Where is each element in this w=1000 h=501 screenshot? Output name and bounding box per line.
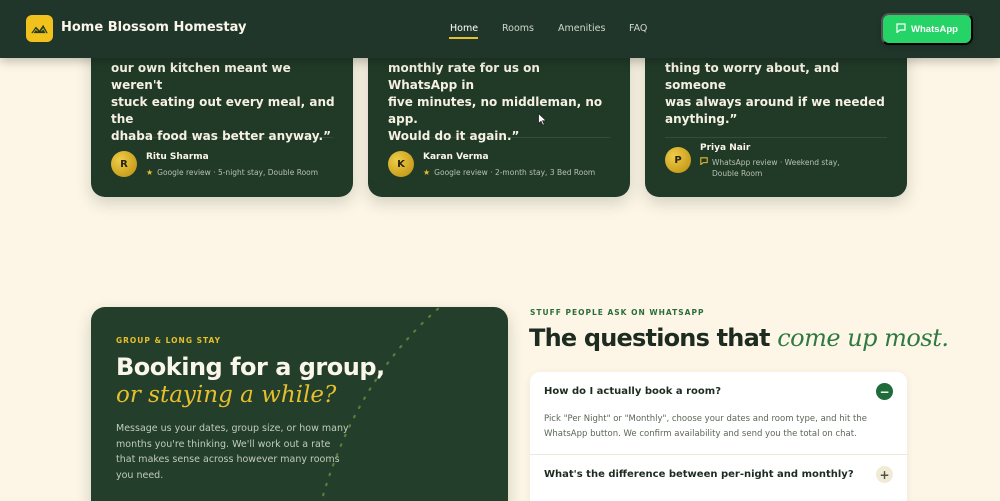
- testimonial-quote: monthly rate for us on WhatsApp in five …: [388, 61, 603, 143]
- navbar: Home Blossom Homestay Home Rooms Ameniti…: [0, 0, 1000, 58]
- group-stay-card: GROUP & LONG STAY Booking for a group, o…: [91, 307, 508, 501]
- faq-accordion: How do I actually book a room? − Pick "P…: [530, 372, 907, 501]
- mouse-cursor-icon: [538, 113, 547, 126]
- testimonial-quote: our own kitchen meant we weren't stuck e…: [111, 61, 335, 143]
- testimonial-author: Ritu Sharma: [146, 152, 209, 162]
- faq-answer: Pick "Per Night" or "Monthly", choose yo…: [544, 414, 867, 439]
- brand-name[interactable]: Home Blossom Homestay: [61, 20, 246, 35]
- testimonial-author: Priya Nair: [700, 143, 751, 153]
- star-icon: ★: [146, 168, 154, 177]
- group-title: Booking for a group,: [116, 353, 385, 381]
- expand-icon[interactable]: +: [876, 466, 893, 483]
- group-title-emphasis: or staying a while?: [116, 382, 337, 408]
- whatsapp-button-label: WhatsApp: [911, 23, 958, 35]
- faq-title: The questions that come up most.: [529, 324, 949, 352]
- star-icon: ★: [423, 168, 431, 177]
- faq-divider: [530, 454, 907, 455]
- testimonial-meta: ★ Google review · 5-night stay, Double R…: [146, 168, 319, 177]
- nav-link-rooms[interactable]: Rooms: [502, 23, 534, 34]
- group-description: Message us your dates, group size, or ho…: [116, 423, 349, 481]
- faq-title-emphasis: come up most.: [777, 324, 949, 352]
- faq-question[interactable]: How do I actually book a room?: [544, 386, 721, 397]
- faq-question[interactable]: What's the difference between per-night …: [544, 469, 854, 480]
- testimonial-meta: WhatsApp review · Weekend stay, Double R…: [700, 157, 850, 179]
- testimonial-divider: [111, 137, 333, 138]
- chat-icon: [700, 157, 708, 179]
- nav-link-home[interactable]: Home: [450, 23, 478, 34]
- testimonial-divider: [388, 137, 610, 138]
- nav-active-indicator: [449, 37, 478, 39]
- avatar: R: [111, 151, 137, 177]
- testimonial-meta: ★ Google review · 2-month stay, 3 Bed Ro…: [423, 168, 596, 177]
- collapse-icon[interactable]: −: [876, 383, 893, 400]
- chat-icon: [896, 22, 906, 36]
- testimonial-quote: thing to worry about, and someone was al…: [665, 61, 885, 126]
- logo-icon[interactable]: [26, 15, 53, 42]
- nav-link-faq[interactable]: FAQ: [629, 23, 647, 34]
- avatar: K: [388, 151, 414, 177]
- group-eyebrow: GROUP & LONG STAY: [116, 336, 222, 345]
- nav-link-amenities[interactable]: Amenities: [558, 23, 605, 34]
- whatsapp-button[interactable]: WhatsApp: [881, 13, 973, 45]
- avatar: P: [665, 147, 691, 173]
- testimonial-author: Karan Verma: [423, 152, 489, 162]
- testimonial-divider: [665, 137, 887, 138]
- faq-eyebrow: STUFF PEOPLE ASK ON WHATSAPP: [530, 308, 705, 317]
